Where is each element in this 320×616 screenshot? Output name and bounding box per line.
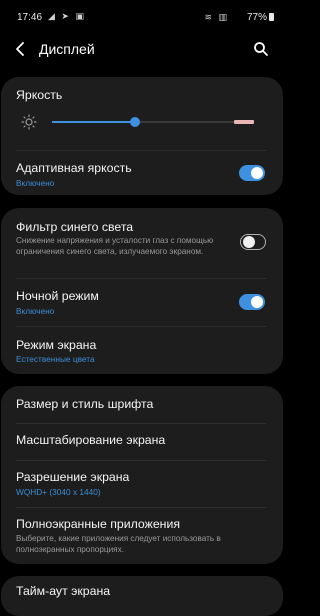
adaptive-brightness-row[interactable]: Адаптивная яркость Включено	[0, 151, 282, 195]
adaptive-brightness-title: Адаптивная яркость	[16, 161, 132, 175]
adaptive-brightness-status: Включено	[16, 178, 55, 188]
toggle-knob	[251, 167, 263, 179]
blue-light-filter-row[interactable]: Фильтр синего света Снижение напряжения …	[0, 208, 282, 278]
toggle-knob	[251, 296, 263, 308]
page-title: Дисплей	[39, 41, 95, 57]
brightness-max-marker	[234, 120, 254, 124]
screen-resolution-title: Разрешение экрана	[16, 470, 130, 484]
blue-light-filter-toggle[interactable]	[240, 234, 266, 250]
brightness-slider-fill	[52, 121, 135, 123]
battery-indicator: 77%	[247, 12, 274, 23]
screen-resolution-row[interactable]: Разрешение экрана WQHD+ (3040 x 1440)	[0, 461, 282, 507]
fullscreen-apps-title: Полноэкранные приложения	[16, 517, 180, 531]
brightness-slider-thumb[interactable]	[130, 117, 140, 127]
adaptive-brightness-toggle[interactable]	[239, 165, 265, 181]
notification-icons: ◢ ➤ ▣	[48, 11, 86, 21]
status-bar: 17:46 ◢ ➤ ▣ ≋ ▥ 77%	[0, 0, 284, 34]
battery-percent: 77%	[246, 12, 267, 23]
search-icon[interactable]	[253, 41, 269, 57]
night-mode-title: Ночной режим	[16, 289, 99, 303]
screen-zoom-title: Масштабирование экрана	[16, 433, 166, 447]
night-mode-toggle[interactable]	[239, 294, 265, 310]
font-size-style-row[interactable]: Размер и стиль шрифта	[0, 386, 282, 423]
back-arrow-icon[interactable]	[13, 41, 29, 57]
brightness-slider[interactable]	[52, 117, 254, 127]
battery-icon	[269, 13, 274, 21]
screen-timeout-row[interactable]: Тайм-аут экрана	[0, 576, 282, 600]
status-time: 17:46	[17, 12, 43, 23]
fullscreen-apps-row[interactable]: Полноэкранные приложения Выберите, какие…	[0, 508, 282, 564]
brightness-title: Яркость	[16, 88, 63, 102]
night-mode-row[interactable]: Ночной режим Включено	[0, 279, 282, 326]
blue-light-filter-title: Фильтр синего света	[16, 220, 134, 234]
app-bar: Дисплей	[0, 34, 284, 64]
blue-light-filter-description: Снижение напряжения и усталости глаз с п…	[16, 236, 214, 256]
screen-timeout-title: Тайм-аут экрана	[16, 584, 111, 598]
screen-resolution-status: WQHD+ (3040 x 1440)	[16, 487, 101, 497]
screen-zoom-row[interactable]: Масштабирование экрана	[0, 424, 282, 460]
night-mode-status: Включено	[16, 306, 55, 316]
fullscreen-apps-description: Выберите, какие приложения следует испол…	[16, 534, 221, 554]
toggle-knob	[242, 235, 255, 248]
signal-icons: ≋ ▥	[204, 12, 229, 22]
screen-mode-status: Естественные цвета	[16, 354, 95, 364]
screen-mode-title: Режим экрана	[16, 338, 97, 352]
font-size-style-title: Размер и стиль шрифта	[16, 397, 154, 411]
sun-icon	[21, 114, 37, 130]
screen-mode-row[interactable]: Режим экрана Естественные цвета	[0, 327, 282, 374]
